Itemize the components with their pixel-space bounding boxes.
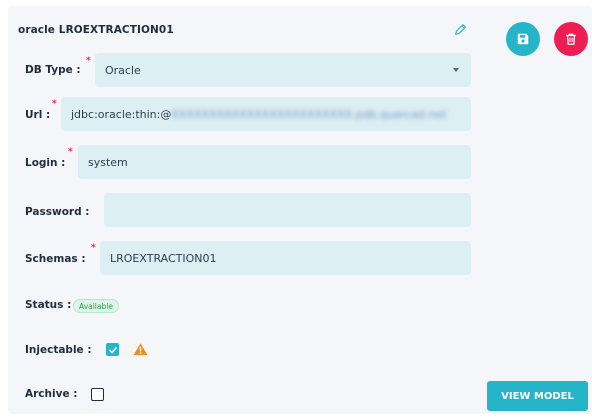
- schemas-input[interactable]: LROEXTRACTION01: [100, 241, 471, 275]
- trash-icon: [566, 33, 576, 45]
- password-label: Password :: [25, 206, 90, 218]
- chevron-down-icon: [453, 68, 459, 72]
- schemas-value: LROEXTRACTION01: [110, 251, 217, 265]
- login-input[interactable]: system: [78, 145, 471, 179]
- password-input[interactable]: [104, 193, 471, 227]
- archive-checkbox[interactable]: [91, 388, 104, 401]
- save-icon: [517, 33, 529, 45]
- url-input[interactable]: jdbc:oracle:thin:@ XXXXXXXXXXXXXXXXXXXXXX…: [61, 97, 471, 131]
- status-badge: Available: [73, 299, 119, 313]
- save-button[interactable]: [506, 22, 540, 56]
- view-model-button[interactable]: VIEW MODEL: [487, 381, 588, 411]
- check-icon: [108, 346, 117, 354]
- login-value: system: [88, 155, 128, 169]
- status-label: Status :: [25, 299, 72, 311]
- url-value-obscured: XXXXXXXXXXXXXXXXXXXXXXXX.pdb.quarcad.net: [171, 107, 447, 121]
- url-value-prefix: jdbc:oracle:thin:@: [71, 107, 172, 121]
- db-type-value: Oracle: [105, 63, 141, 77]
- injectable-checkbox[interactable]: [106, 343, 119, 356]
- archive-label: Archive :: [25, 388, 78, 400]
- schemas-label: Schemas :: [25, 253, 86, 265]
- url-label: Url :: [25, 109, 51, 121]
- required-marker: *: [68, 147, 73, 157]
- warning-triangle-icon[interactable]: [133, 342, 148, 356]
- connection-title: oracle LROEXTRACTION01: [18, 24, 174, 36]
- delete-button[interactable]: [554, 22, 588, 56]
- injectable-label: Injectable :: [25, 344, 92, 356]
- required-marker: *: [91, 243, 96, 253]
- required-marker: *: [52, 99, 57, 109]
- db-type-label: DB Type :: [25, 64, 81, 76]
- login-label: Login :: [25, 157, 66, 169]
- db-type-select[interactable]: Oracle: [95, 53, 471, 87]
- required-marker: *: [86, 56, 91, 66]
- pencil-icon[interactable]: [454, 23, 467, 36]
